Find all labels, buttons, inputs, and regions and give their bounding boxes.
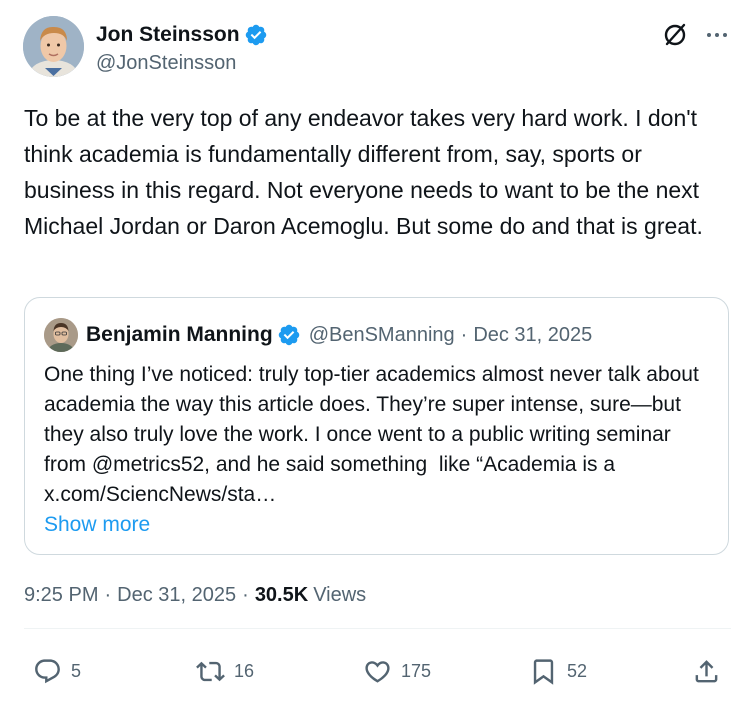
quoted-author-handle[interactable]: @BenSManning	[309, 324, 455, 347]
views-count[interactable]: 30.5K	[255, 584, 308, 607]
tweet-meta: 9:25 PM · Dec 31, 2025 · 30.5K Views	[24, 584, 366, 607]
meta-separator: ·	[104, 584, 112, 606]
author-avatar-image	[23, 16, 84, 77]
share-button[interactable]	[692, 655, 721, 687]
tweet: Jon Steinsson @JonSteinsson To be at the…	[0, 0, 755, 707]
quoted-author-avatar-image	[44, 318, 78, 352]
repost-icon	[196, 661, 225, 681]
views-label[interactable]: Views	[313, 584, 366, 607]
verified-badge-icon	[278, 324, 299, 346]
show-more-link[interactable]: Show more	[44, 510, 150, 540]
divider	[24, 628, 731, 629]
quoted-author-name[interactable]: Benjamin Manning	[86, 323, 273, 347]
bookmark-count: 52	[567, 660, 588, 681]
tweet-time[interactable]: 9:25 PM	[24, 584, 98, 607]
share-icon	[695, 659, 718, 682]
author-avatar[interactable]	[23, 16, 84, 77]
grok-icon[interactable]	[662, 22, 688, 48]
quoted-tweet-header: Benjamin Manning @BenSManning · Dec 31, …	[86, 322, 592, 348]
tweet-date[interactable]: Dec 31, 2025	[117, 584, 236, 607]
author-name-row[interactable]: Jon Steinsson	[96, 21, 268, 49]
tweet-text: To be at the very top of any endeavor ta…	[24, 105, 706, 239]
reply-icon	[35, 658, 60, 683]
quoted-tweet-text: One thing I’ve noticed: truly top-tier a…	[44, 363, 705, 506]
reply-count: 5	[71, 660, 82, 681]
verified-badge-icon	[245, 24, 266, 46]
repost-button[interactable]: 16	[196, 655, 254, 687]
like-button[interactable]: 175	[363, 655, 431, 687]
bookmark-icon	[533, 658, 554, 685]
author-name[interactable]: Jon Steinsson	[96, 23, 240, 47]
quoted-author-avatar[interactable]	[44, 318, 78, 352]
more-icon[interactable]	[704, 22, 730, 48]
like-count: 175	[401, 660, 432, 681]
repost-count: 16	[234, 660, 255, 681]
quoted-tweet-card[interactable]: Benjamin Manning @BenSManning · Dec 31, …	[24, 297, 729, 555]
reply-button[interactable]: 5	[33, 655, 81, 687]
quoted-separator: ·	[460, 323, 468, 346]
heart-icon	[365, 660, 390, 683]
meta-separator: ·	[242, 584, 249, 606]
quoted-tweet-date[interactable]: Dec 31, 2025	[473, 324, 592, 347]
bookmark-button[interactable]: 52	[529, 655, 587, 687]
author-handle[interactable]: @JonSteinsson	[96, 52, 236, 75]
